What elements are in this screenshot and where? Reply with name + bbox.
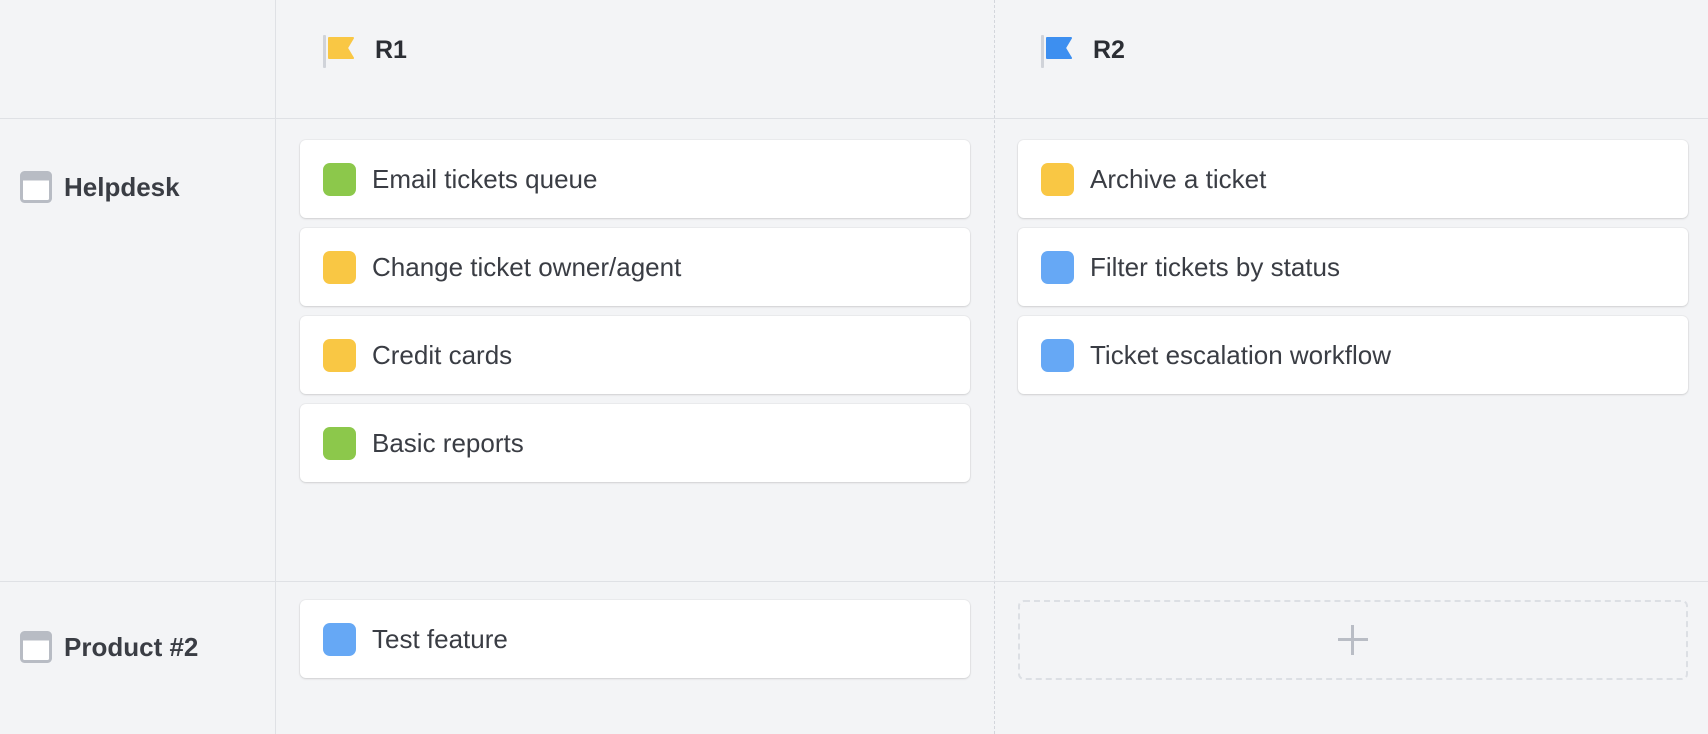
status-color-dot [323, 622, 356, 656]
release-header-r2[interactable]: R2 [1041, 30, 1125, 70]
window-icon [20, 631, 52, 663]
story-card[interactable]: Credit cards [300, 316, 970, 394]
row-header-product-2[interactable]: Product #2 [20, 627, 198, 667]
story-card[interactable]: Filter tickets by status [1018, 228, 1688, 306]
story-card-label: Ticket escalation workflow [1090, 339, 1392, 370]
row-divider [0, 581, 1708, 582]
story-map-board: R1 R2 Helpdesk Product #2 Email tickets … [0, 0, 1708, 734]
row-header-divider [275, 0, 276, 734]
story-card[interactable]: Basic reports [300, 404, 970, 482]
status-color-dot [1041, 250, 1074, 284]
release-divider [994, 0, 995, 734]
story-card[interactable]: Archive a ticket [1018, 140, 1688, 218]
status-color-dot [323, 338, 356, 372]
flag-icon [323, 32, 357, 68]
story-card-label: Basic reports [372, 427, 524, 458]
header-row-divider [0, 118, 1708, 119]
add-card-button[interactable] [1018, 600, 1688, 680]
row-title: Product #2 [64, 631, 199, 662]
story-card-label: Archive a ticket [1090, 163, 1267, 194]
row-title: Helpdesk [64, 171, 180, 202]
status-color-dot [1041, 162, 1074, 196]
row-header-helpdesk[interactable]: Helpdesk [20, 167, 180, 207]
flag-icon [1041, 32, 1075, 68]
release-title: R2 [1093, 35, 1125, 64]
story-card[interactable]: Ticket escalation workflow [1018, 316, 1688, 394]
status-color-dot [323, 426, 356, 460]
story-card[interactable]: Change ticket owner/agent [300, 228, 970, 306]
status-color-dot [1041, 338, 1074, 372]
story-card[interactable]: Test feature [300, 600, 970, 678]
story-card-label: Filter tickets by status [1090, 251, 1340, 282]
status-color-dot [323, 250, 356, 284]
release-header-r1[interactable]: R1 [323, 30, 407, 70]
story-card-label: Email tickets queue [372, 163, 598, 194]
story-card-label: Test feature [372, 623, 508, 654]
story-card[interactable]: Email tickets queue [300, 140, 970, 218]
story-card-label: Change ticket owner/agent [372, 251, 682, 282]
plus-icon [1338, 625, 1368, 655]
status-color-dot [323, 162, 356, 196]
release-title: R1 [375, 35, 407, 64]
window-icon [20, 171, 52, 203]
story-card-label: Credit cards [372, 339, 513, 370]
